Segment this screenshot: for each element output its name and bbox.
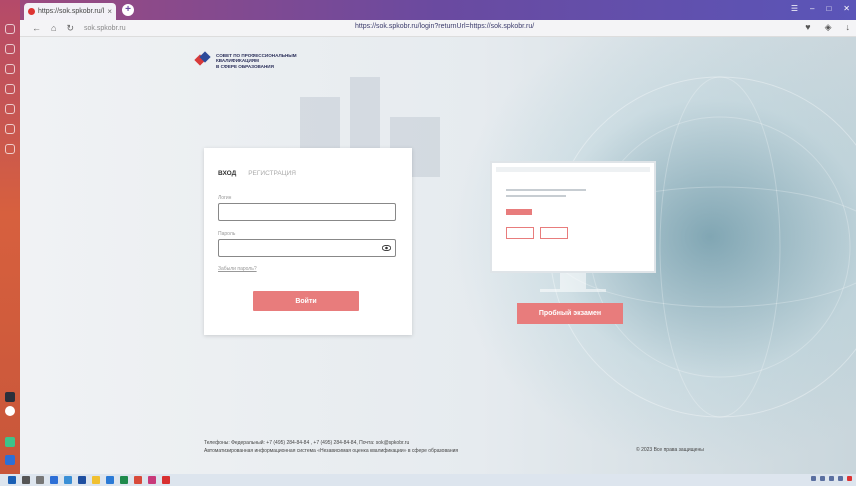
home-nav-icon[interactable]: ⌂	[51, 23, 56, 34]
password-input[interactable]	[218, 239, 396, 257]
login-card: ВХОД РЕГИСТРАЦИЯ Логин Пароль Забыли пар…	[204, 148, 412, 335]
app-icon[interactable]	[106, 476, 114, 484]
tab-login[interactable]: ВХОД	[218, 170, 236, 177]
logo-line-3: В СФЕРЕ ОБРАЗОВАНИЯ	[216, 63, 274, 69]
address-bar: ← ⌂ ↻ sok.spkobr.ru https://sok.spkobr.r…	[20, 20, 856, 37]
tab-bar: https://sok.spkobr.ru/l × + ☰ – □ ✕	[20, 0, 856, 20]
screen-header	[496, 167, 650, 172]
screen-button	[506, 209, 532, 215]
tray-icon[interactable]	[838, 476, 843, 481]
download-icon[interactable]: ↓	[846, 22, 851, 33]
chat-icon[interactable]	[5, 437, 15, 447]
login-input[interactable]	[218, 203, 396, 221]
login-label: Логин	[218, 195, 232, 201]
favorites-icon[interactable]	[5, 84, 15, 94]
app-icon[interactable]	[120, 476, 128, 484]
tab-register[interactable]: РЕГИСТРАЦИЯ	[248, 170, 296, 177]
address-short[interactable]: sok.spkobr.ru	[84, 25, 126, 32]
monitor-illustration	[490, 161, 656, 273]
app-icon[interactable]	[5, 392, 15, 402]
forgot-password-link[interactable]: Забыли пароль?	[218, 266, 257, 272]
taskbar	[0, 474, 856, 486]
monitor-base	[540, 289, 606, 292]
password-label: Пароль	[218, 231, 236, 237]
account-icon[interactable]	[5, 24, 15, 34]
tray-icon[interactable]	[811, 476, 816, 481]
notes-icon[interactable]	[5, 124, 15, 134]
new-tab-button[interactable]: +	[122, 4, 134, 16]
trial-exam-button[interactable]: Пробный экзамен	[517, 303, 623, 324]
window-controls: ☰ – □ ✕	[791, 4, 850, 13]
history-icon[interactable]	[5, 64, 15, 74]
app-icon[interactable]	[50, 476, 58, 484]
footer-phones: Телефоны: Федеральный: +7 (495) 284-84-8…	[204, 440, 410, 446]
app-icon[interactable]	[148, 476, 156, 484]
menu-icon[interactable]: ☰	[791, 4, 798, 13]
close-window-icon[interactable]: ✕	[843, 4, 850, 13]
app-icon[interactable]	[78, 476, 86, 484]
system-tray	[811, 476, 852, 481]
browser-sidebar	[0, 0, 20, 474]
extensions-icon[interactable]: ◈	[825, 22, 832, 33]
tray-icon[interactable]	[820, 476, 825, 481]
tray-icon[interactable]	[829, 476, 834, 481]
app-icon[interactable]	[162, 476, 170, 484]
reload-icon[interactable]: ↻	[66, 23, 74, 34]
screen-card	[506, 227, 534, 239]
maximize-icon[interactable]: □	[826, 4, 831, 13]
site-favicon-icon	[28, 8, 35, 15]
downloads-icon[interactable]	[5, 104, 15, 114]
tab-title: https://sok.spkobr.ru/l	[38, 8, 105, 15]
page-content: СОВЕТ ПО ПРОФЕССИОНАЛЬНЫМ КВАЛИФИКАЦИЯМ …	[20, 37, 856, 474]
screen-card	[540, 227, 568, 239]
panel-icon[interactable]	[5, 455, 15, 465]
footer-copyright: © 2023 Все права защищены	[636, 447, 704, 453]
task-view-icon[interactable]	[36, 476, 44, 484]
monitor-stand	[560, 273, 586, 289]
windows-start-icon[interactable]	[8, 476, 16, 484]
settings-icon[interactable]	[5, 144, 15, 154]
logo-mark-icon	[194, 51, 211, 67]
address-url[interactable]: https://sok.spkobr.ru/login?returnUrl=ht…	[355, 23, 534, 30]
browser-tab[interactable]: https://sok.spkobr.ru/l ×	[24, 3, 116, 20]
auth-tabs: ВХОД РЕГИСТРАЦИЯ	[218, 170, 296, 177]
screen-line	[506, 189, 586, 191]
footer-system-name: Автоматизированная информационная систем…	[204, 448, 459, 454]
login-button[interactable]: Войти	[253, 291, 359, 311]
search-icon[interactable]	[22, 476, 30, 484]
folder-icon[interactable]	[92, 476, 100, 484]
home-icon[interactable]	[5, 44, 15, 54]
tab-close-icon[interactable]: ×	[107, 7, 112, 16]
tray-icon[interactable]	[847, 476, 852, 481]
footer-contacts: Телефоны: Федеральный: +7 (495) 284-84-8…	[204, 439, 458, 455]
logo-text: СОВЕТ ПО ПРОФЕССИОНАЛЬНЫМ КВАЛИФИКАЦИЯМ …	[216, 53, 336, 69]
app-icon[interactable]	[134, 476, 142, 484]
minimize-icon[interactable]: –	[810, 4, 814, 13]
app-icon[interactable]	[64, 476, 72, 484]
bookmark-icon[interactable]: ♥	[805, 22, 810, 33]
site-logo[interactable]: СОВЕТ ПО ПРОФЕССИОНАЛЬНЫМ КВАЛИФИКАЦИЯМ …	[194, 51, 336, 69]
eye-icon[interactable]	[382, 245, 391, 251]
screen-line	[506, 195, 566, 197]
record-icon[interactable]	[5, 406, 15, 416]
back-icon[interactable]: ←	[32, 23, 41, 34]
